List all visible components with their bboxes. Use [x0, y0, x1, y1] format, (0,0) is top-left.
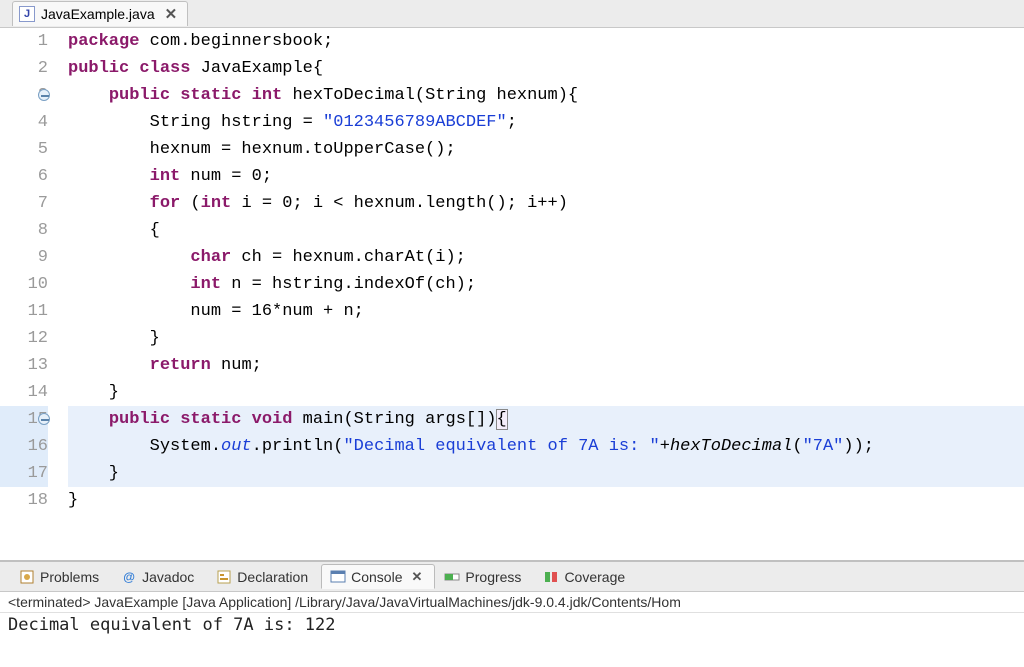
bottom-view-tabs: Problems @ Javadoc Declaration Console ✕…	[0, 562, 1024, 592]
problems-icon	[19, 569, 35, 585]
tab-coverage-label: Coverage	[564, 569, 625, 585]
tab-problems-label: Problems	[40, 569, 99, 585]
code-line[interactable]: int n = hstring.indexOf(ch);	[68, 271, 1024, 298]
tab-javadoc-label: Javadoc	[142, 569, 194, 585]
tab-console[interactable]: Console ✕	[321, 564, 435, 589]
editor-tab-bar: J JavaExample.java ✕	[0, 0, 1024, 28]
code-line[interactable]: for (int i = 0; i < hexnum.length(); i++…	[68, 190, 1024, 217]
fold-toggle-icon[interactable]	[38, 89, 50, 101]
editor-tab-javaexample[interactable]: J JavaExample.java ✕	[12, 1, 188, 26]
tab-progress-label: Progress	[465, 569, 521, 585]
code-line[interactable]: System.out.println("Decimal equivalent o…	[68, 433, 1024, 460]
code-line[interactable]: public static int hexToDecimal(String he…	[68, 82, 1024, 109]
code-line[interactable]: }	[68, 487, 1024, 514]
code-editor[interactable]: 123456789101112131415161718 package com.…	[0, 28, 1024, 560]
editor-tab-label: JavaExample.java	[41, 6, 155, 22]
code-line[interactable]: }	[68, 460, 1024, 487]
coverage-icon	[543, 569, 559, 585]
close-icon[interactable]: ✕	[165, 5, 178, 23]
code-line[interactable]: hexnum = hexnum.toUpperCase();	[68, 136, 1024, 163]
code-content[interactable]: package com.beginnersbook;public class J…	[58, 28, 1024, 560]
bottom-panel: Problems @ Javadoc Declaration Console ✕…	[0, 560, 1024, 667]
fold-toggle-icon[interactable]	[38, 413, 50, 425]
tab-declaration-label: Declaration	[237, 569, 308, 585]
tab-console-label: Console	[351, 569, 402, 585]
code-line[interactable]: public class JavaExample{	[68, 55, 1024, 82]
tab-coverage[interactable]: Coverage	[534, 564, 638, 589]
code-line[interactable]: int num = 0;	[68, 163, 1024, 190]
tab-declaration[interactable]: Declaration	[207, 564, 321, 589]
close-icon[interactable]: ✕	[412, 569, 423, 585]
code-line[interactable]: package com.beginnersbook;	[68, 28, 1024, 55]
code-line[interactable]: {	[68, 217, 1024, 244]
code-line[interactable]: num = 16*num + n;	[68, 298, 1024, 325]
declaration-icon	[216, 569, 232, 585]
progress-icon	[444, 569, 460, 585]
console-icon	[330, 569, 346, 585]
code-line[interactable]: return num;	[68, 352, 1024, 379]
code-line[interactable]: public static void main(String args[]){	[68, 406, 1024, 433]
tab-problems[interactable]: Problems	[10, 564, 112, 589]
code-line[interactable]: String hstring = "0123456789ABCDEF";	[68, 109, 1024, 136]
console-status: <terminated> JavaExample [Java Applicati…	[0, 592, 1024, 613]
code-line[interactable]: }	[68, 379, 1024, 406]
line-number-gutter: 123456789101112131415161718	[0, 28, 58, 560]
tab-progress[interactable]: Progress	[435, 564, 534, 589]
console-output[interactable]: Decimal equivalent of 7A is: 122	[0, 613, 1024, 637]
code-line[interactable]: char ch = hexnum.charAt(i);	[68, 244, 1024, 271]
code-line[interactable]: }	[68, 325, 1024, 352]
tab-javadoc[interactable]: @ Javadoc	[112, 564, 207, 589]
javadoc-icon: @	[121, 569, 137, 585]
editor-area: J JavaExample.java ✕ 1234567891011121314…	[0, 0, 1024, 560]
java-file-icon: J	[19, 6, 35, 22]
